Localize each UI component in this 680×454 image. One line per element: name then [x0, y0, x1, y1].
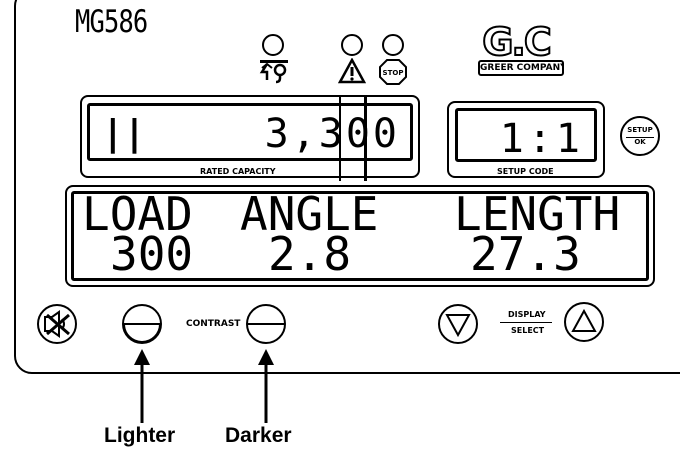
value-angle: 2.8 — [268, 227, 352, 281]
lighter-arrow — [134, 349, 150, 423]
display-select-divider — [500, 322, 552, 323]
main-readout-lcd: LOAD ANGLE LENGTH 300 2.8 27.3 — [71, 191, 649, 281]
value-length: 27.3 — [470, 227, 581, 281]
warning-icon — [338, 58, 366, 84]
darker-arrow — [258, 349, 274, 423]
rated-capacity-value: 3,300 — [264, 111, 400, 157]
alarm-mute-button[interactable] — [36, 303, 78, 345]
display-select-up-button[interactable] — [563, 301, 605, 343]
setup-code-lcd: 1:1 — [455, 108, 597, 162]
model-label: MG586 — [75, 4, 148, 40]
greer-company-logo: G.C GREER COMPANY — [460, 20, 574, 79]
ok-label: OK — [634, 138, 646, 146]
lighter-caption: Lighter — [104, 424, 176, 447]
rated-capacity-label: RATED CAPACITY — [200, 167, 276, 176]
logo-text: G.C — [481, 20, 553, 64]
two-block-light — [262, 34, 284, 56]
setup-ok-button[interactable]: SETUP OK — [620, 116, 660, 156]
divider-bar — [339, 95, 367, 181]
contrast-lighter-button[interactable] — [121, 303, 163, 345]
stop-label: STOP — [383, 69, 404, 77]
setup-label: SETUP — [627, 126, 653, 134]
select-label: SELECT — [511, 326, 545, 335]
setup-code-label: SETUP CODE — [497, 167, 554, 176]
load-bar-graph: || — [102, 113, 146, 154]
setup-code-value: 1:1 — [499, 116, 584, 162]
display-label: DISPLAY — [508, 310, 546, 319]
two-block-icon — [259, 60, 288, 84]
warning-light — [341, 34, 363, 56]
value-load: 300 — [110, 227, 194, 281]
stop-icon: STOP — [379, 59, 407, 85]
stop-light — [382, 34, 404, 56]
display-select-down-button[interactable] — [437, 303, 479, 345]
logo-banner: GREER COMPANY — [478, 60, 564, 76]
contrast-label: CONTRAST — [186, 319, 241, 329]
contrast-darker-button[interactable] — [245, 303, 287, 345]
darker-caption: Darker — [225, 424, 292, 447]
